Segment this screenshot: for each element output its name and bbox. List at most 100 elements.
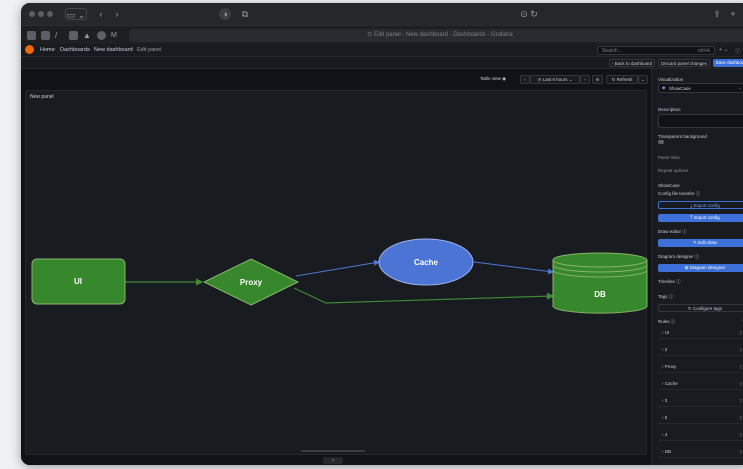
back-to-dashboard-button[interactable]: ‹ Back to dashboard	[609, 59, 655, 67]
search-shortcut: ctrl+k	[697, 48, 710, 54]
tab-bar: / ▲ M ⊙ Edit panel - New dashboard - Das…	[21, 25, 743, 44]
chevron-left-icon: ‹	[524, 77, 526, 82]
breadcrumb-separator-icon: ›	[132, 47, 134, 53]
zoom-out-icon: ⊖	[595, 77, 600, 82]
description-input[interactable]	[658, 114, 743, 128]
chevron-down-icon: ⌄	[738, 85, 742, 90]
square-icon[interactable]	[69, 31, 78, 40]
trash-icon[interactable]: ▯	[740, 344, 742, 356]
zoom-window-dot[interactable]	[47, 11, 53, 17]
tab-overview-icon[interactable]: ⧉	[239, 8, 251, 20]
panel-bottom-bar: ?	[21, 450, 651, 465]
save-dashboard-button[interactable]: Save dashboard	[713, 59, 743, 67]
grafana-logo-icon[interactable]	[25, 45, 34, 54]
chevron-right-icon: ›	[662, 398, 664, 403]
panel-canvas[interactable]: New panel UI Proxy Cache DB	[25, 90, 648, 455]
import-config-button[interactable]: ⤒ Import config	[658, 214, 743, 222]
trash-icon[interactable]: ▯	[740, 327, 742, 339]
visualization-value: ShowCase	[669, 86, 691, 91]
close-window-dot[interactable]	[29, 11, 35, 17]
info-icon: ⓘ	[668, 294, 674, 299]
new-tab-icon[interactable]: +	[727, 8, 739, 20]
table-view-toggle[interactable]: Table view ◉	[473, 75, 513, 84]
rule-item[interactable]: › 2▯✕	[658, 344, 743, 356]
visualization-picker[interactable]: ◆ ShowCase ⌄	[658, 83, 743, 93]
zoom-out-button[interactable]: ⊖	[592, 75, 603, 84]
resize-handle[interactable]	[301, 450, 365, 452]
transparent-background-label: Transparent background	[658, 134, 707, 139]
minimize-window-dot[interactable]	[38, 11, 44, 17]
grafana-icon[interactable]	[27, 31, 36, 40]
forward-arrow-icon[interactable]: ›	[111, 8, 123, 20]
chevron-right-icon: ›	[662, 415, 664, 420]
time-forward-button[interactable]: ›	[580, 75, 590, 84]
trash-icon[interactable]: ▯	[740, 429, 742, 441]
breadcrumb-dashboards[interactable]: Dashboards	[60, 47, 90, 53]
trash-icon[interactable]: ▯	[740, 446, 742, 458]
search-placeholder: Search...	[602, 48, 623, 54]
visualization-label: Visualization	[658, 77, 684, 82]
breadcrumb-new-dashboard[interactable]: New dashboard	[94, 47, 133, 53]
rule-item[interactable]: › DB▯✕	[658, 446, 743, 458]
description-label: Description	[658, 107, 681, 112]
panel-editor: Table view ◉ ‹ ◷ Last 6 hours ⌄ › ⊖ ↻ Re…	[21, 69, 651, 465]
panel-links-section[interactable]: Panel links	[658, 155, 680, 160]
chevron-right-icon: ›	[662, 449, 664, 454]
refresh-interval-dropdown[interactable]: ⌄	[638, 75, 648, 84]
search-input[interactable]: Search... ctrl+k	[597, 46, 715, 55]
edit-actions-bar: ‹ Back to dashboard Discard panel change…	[21, 57, 743, 69]
export-config-button[interactable]: ⤓ Export config	[658, 201, 743, 209]
lock-icon: ⊙	[367, 32, 374, 38]
showcase-icon: ◆	[662, 85, 666, 90]
transparent-background-toggle[interactable]	[658, 140, 664, 144]
timeline-label: Timeline ⓘ	[658, 279, 681, 284]
triangle-icon[interactable]: ▲	[83, 31, 92, 40]
chevron-right-icon: ›	[662, 347, 664, 352]
privacy-shield-icon[interactable]: ◑	[219, 8, 231, 20]
shield-icon[interactable]	[41, 31, 50, 40]
chevron-down-icon: ⌄	[641, 77, 645, 82]
back-arrow-icon[interactable]: ‹	[95, 8, 107, 20]
extensions-icon[interactable]: ⊙ ↻	[517, 8, 541, 20]
repeat-options-section[interactable]: Repeat options	[658, 168, 688, 173]
url-bar[interactable]: ⊙ Edit panel - New dashboard - Dashboard…	[129, 29, 743, 42]
rule-item[interactable]: › 3▯✕	[658, 395, 743, 407]
edit-draw-button[interactable]: ✎ Edit draw	[658, 239, 743, 247]
refresh-button[interactable]: ↻ Refresh	[606, 75, 638, 84]
time-range-picker[interactable]: ◷ Last 6 hours ⌄	[530, 75, 580, 84]
trash-icon[interactable]: ▯	[740, 412, 742, 424]
rule-item[interactable]: › UI▯✕	[658, 327, 743, 339]
chevron-right-icon: ›	[662, 364, 664, 369]
rule-item[interactable]: › 4▯✕	[658, 429, 743, 441]
info-icon: ⓘ	[670, 319, 676, 324]
rule-item[interactable]: › Cache▯✕	[658, 378, 743, 390]
circle-icon[interactable]	[97, 31, 106, 40]
diagram-designer-label: Diagram designer ⓘ	[658, 254, 700, 259]
node-cache-label: Cache	[414, 258, 439, 267]
time-back-button[interactable]: ‹	[520, 75, 530, 84]
rules-label: Rules ⓘ	[658, 319, 676, 324]
breadcrumb-home[interactable]: Home	[40, 47, 55, 53]
trash-icon[interactable]: ▯	[740, 378, 742, 390]
discard-changes-button[interactable]: Discard panel changes	[658, 59, 710, 67]
panel-options-sidebar: Visualization ◆ ShowCase ⌄ Description T…	[651, 69, 743, 465]
trash-icon[interactable]: ▯	[740, 361, 742, 373]
m-icon[interactable]: M	[111, 31, 120, 40]
rule-item[interactable]: › 5▯✕	[658, 412, 743, 424]
chevron-right-icon: ›	[584, 77, 586, 82]
plus-icon[interactable]: + ⌄	[719, 47, 728, 53]
trash-icon[interactable]: ▯	[740, 395, 742, 407]
configure-tags-button[interactable]: ↻ Configure tags	[658, 304, 743, 312]
node-db[interactable]	[552, 252, 648, 314]
chevron-right-icon: ›	[662, 381, 664, 386]
share-icon[interactable]: ⇪	[711, 8, 723, 20]
rule-item[interactable]: › Proxy▯✕	[658, 361, 743, 373]
pen-icon[interactable]: /	[55, 31, 64, 40]
diagram-designer-button[interactable]: ⊞ Diagram designer	[658, 264, 743, 272]
draw-editor-label: Draw editor ⓘ	[658, 229, 687, 234]
config-transfer-label: Config file transfer ⓘ	[658, 191, 701, 196]
page-indicator[interactable]: ?	[323, 457, 343, 464]
info-icon: ⓘ	[676, 279, 681, 284]
help-icon[interactable]: ⓘ	[735, 47, 741, 55]
sidebar-toggle-icon[interactable]: ▭ ⌄	[65, 8, 87, 20]
